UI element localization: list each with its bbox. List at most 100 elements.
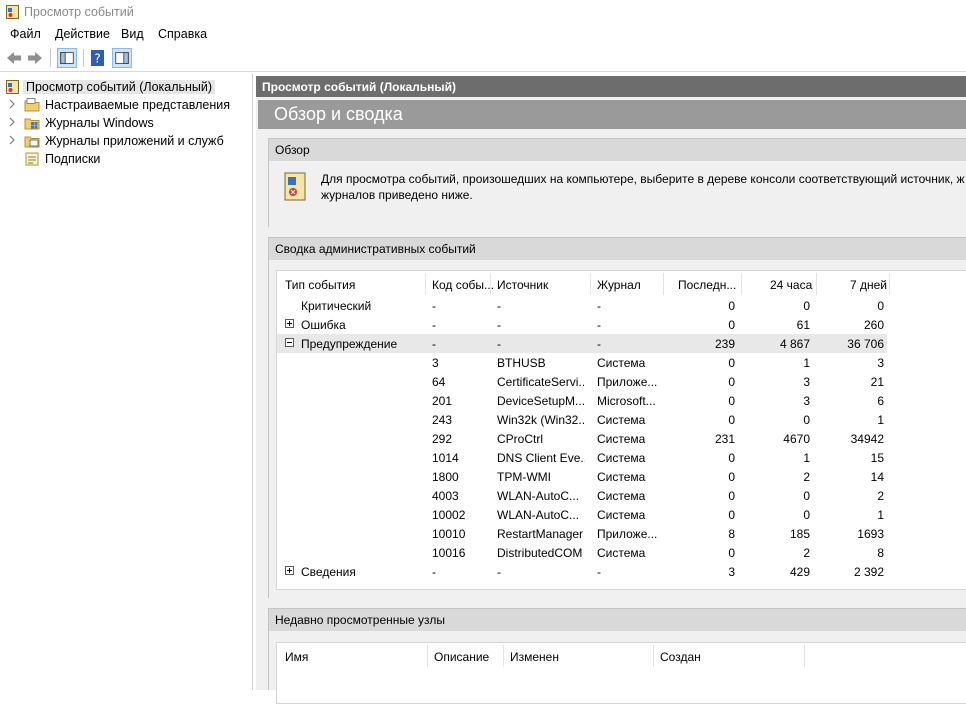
table-row[interactable]: 64 CertificateServi... Приложе... 0 3 21	[277, 372, 887, 391]
column-separator[interactable]	[653, 645, 654, 667]
expand-plus-icon[interactable]	[285, 566, 294, 575]
menu-help[interactable]: Справка	[158, 27, 207, 41]
table-row[interactable]: 201 DeviceSetupM... Microsoft... 0 3 6	[277, 391, 887, 410]
show-hide-tree-icon[interactable]	[57, 48, 77, 68]
column-separator[interactable]	[804, 645, 805, 667]
column-header-description[interactable]: Описание	[434, 650, 489, 664]
menu-file[interactable]: Файл	[10, 27, 41, 41]
column-header-7d[interactable]: 7 дней	[850, 278, 887, 292]
cell-log: Система	[597, 356, 646, 370]
cell-source: -	[497, 299, 501, 313]
table-row[interactable]: 10002 WLAN-AutoC... Система 0 0 1	[277, 505, 887, 524]
app-logs-icon	[24, 136, 40, 148]
column-header-name[interactable]: Имя	[285, 650, 308, 664]
cell-week: 1	[877, 508, 884, 522]
cell-code: 10016	[432, 546, 466, 560]
table-row[interactable]: 10010 RestartManager Приложе... 8 185 1693	[277, 524, 887, 543]
table-header: Имя Описание Изменен Создан	[277, 643, 966, 667]
column-separator[interactable]	[503, 645, 504, 667]
chevron-right-icon[interactable]	[8, 99, 16, 109]
table-row[interactable]: Сведения - - - 3 429 2 392	[277, 562, 887, 581]
cell-code: 10010	[432, 527, 466, 541]
back-arrow-icon[interactable]	[4, 48, 24, 68]
column-header-source[interactable]: Источник	[497, 278, 548, 292]
cell-log: Система	[597, 546, 646, 560]
cell-log: Microsoft...	[597, 394, 656, 408]
column-header-type[interactable]: Тип события	[285, 278, 355, 292]
column-header-24h[interactable]: 24 часа	[770, 278, 812, 292]
cell-day: 0	[803, 413, 810, 427]
chevron-right-icon[interactable]	[8, 135, 16, 145]
column-separator[interactable]	[590, 273, 591, 295]
overview-section-header[interactable]: Обзор	[268, 138, 966, 162]
expand-plus-icon[interactable]	[285, 319, 294, 328]
cell-last: 8	[728, 527, 735, 541]
column-header-created[interactable]: Создан	[660, 650, 701, 664]
table-row[interactable]: 1014 DNS Client Eve... Система 0 1 15	[277, 448, 887, 467]
column-header-code[interactable]: Код собы...	[432, 278, 494, 292]
title-bar: Просмотр событий	[0, 0, 966, 24]
cell-log: -	[597, 299, 601, 313]
tree-item-windows-logs[interactable]: Журналы Windows	[0, 114, 252, 132]
show-hide-action-pane-icon[interactable]	[112, 48, 132, 68]
column-separator[interactable]	[816, 273, 817, 295]
help-icon[interactable]: ?	[88, 48, 108, 68]
cell-day: 0	[803, 508, 810, 522]
column-header-modified[interactable]: Изменен	[510, 650, 559, 664]
table-row[interactable]: 10016 DistributedCOM Система 0 2 8	[277, 543, 887, 562]
tree-item-subscriptions[interactable]: Подписки	[0, 150, 252, 168]
menu-view[interactable]: Вид	[121, 27, 144, 41]
cell-day: 3	[803, 394, 810, 408]
column-separator[interactable]	[741, 273, 742, 295]
tree-item-app-service-logs[interactable]: Журналы приложений и служб	[0, 132, 252, 150]
windows-logs-icon	[24, 118, 40, 130]
column-separator[interactable]	[490, 273, 491, 295]
cell-source: CProCtrl	[497, 432, 544, 446]
admin-summary-section-header[interactable]: Сводка административных событий	[268, 237, 966, 261]
column-header-log[interactable]: Журнал	[597, 278, 641, 292]
cell-code: 292	[432, 432, 453, 446]
collapse-minus-icon[interactable]	[285, 338, 294, 347]
overview-section-title: Обзор	[275, 143, 310, 157]
cell-log: Система	[597, 470, 646, 484]
cell-last: 0	[728, 413, 735, 427]
overview-text: Для просмотра событий, произошедших на к…	[321, 171, 966, 203]
cell-last: 0	[728, 318, 735, 332]
table-row[interactable]: 1800 TPM-WMI Система 0 2 14	[277, 467, 887, 486]
table-row[interactable]: 4003 WLAN-AutoC... Система 0 0 2	[277, 486, 887, 505]
column-header-last-hour[interactable]: Последн...	[678, 278, 736, 292]
menu-action[interactable]: Действие	[55, 27, 110, 41]
cell-log: Система	[597, 508, 646, 522]
table-row[interactable]: 243 Win32k (Win32... Система 0 0 1	[277, 410, 887, 429]
cell-last: 0	[728, 489, 735, 503]
table-row[interactable]: Критический - - - 0 0 0	[277, 296, 887, 315]
cell-log: Система	[597, 489, 646, 503]
table-row[interactable]: 292 CProCtrl Система 231 4670 34942	[277, 429, 887, 448]
table-row[interactable]: Ошибка - - - 0 61 260	[277, 315, 887, 334]
console-tree: Просмотр событий (Локальный) Настраиваем…	[0, 74, 253, 690]
toolbar-separator	[83, 49, 84, 67]
recent-nodes-section-header[interactable]: Недавно просмотренные узлы	[268, 608, 966, 632]
cell-event-type: Сведения	[301, 565, 356, 579]
cell-event-type: Критический	[301, 299, 372, 313]
column-separator[interactable]	[889, 273, 890, 295]
forward-arrow-icon[interactable]	[25, 48, 45, 68]
tree-item-custom-views[interactable]: Настраиваемые представления	[0, 96, 252, 114]
chevron-right-icon[interactable]	[8, 117, 16, 127]
table-row[interactable]: 3 BTHUSB Система 0 1 3	[277, 353, 887, 372]
table-header: Тип события Код собы... Источник Журнал …	[277, 271, 966, 295]
column-separator[interactable]	[427, 645, 428, 667]
cell-week: 1	[877, 413, 884, 427]
tree-item-event-viewer-local[interactable]: Просмотр событий (Локальный)	[0, 78, 252, 96]
column-separator[interactable]	[663, 273, 664, 295]
cell-last: 0	[728, 394, 735, 408]
cell-code: 10002	[432, 508, 466, 522]
details-pane: Просмотр событий (Локальный) Обзор и сво…	[256, 76, 966, 704]
cell-source: -	[497, 565, 501, 579]
menu-bar: Файл Действие Вид Справка	[0, 24, 966, 44]
svg-text:?: ?	[94, 52, 100, 66]
cell-week: 3	[877, 356, 884, 370]
table-row[interactable]: Предупреждение - - - 239 4 867 36 706	[277, 334, 887, 353]
event-viewer-icon	[6, 80, 19, 94]
column-separator[interactable]	[425, 273, 426, 295]
